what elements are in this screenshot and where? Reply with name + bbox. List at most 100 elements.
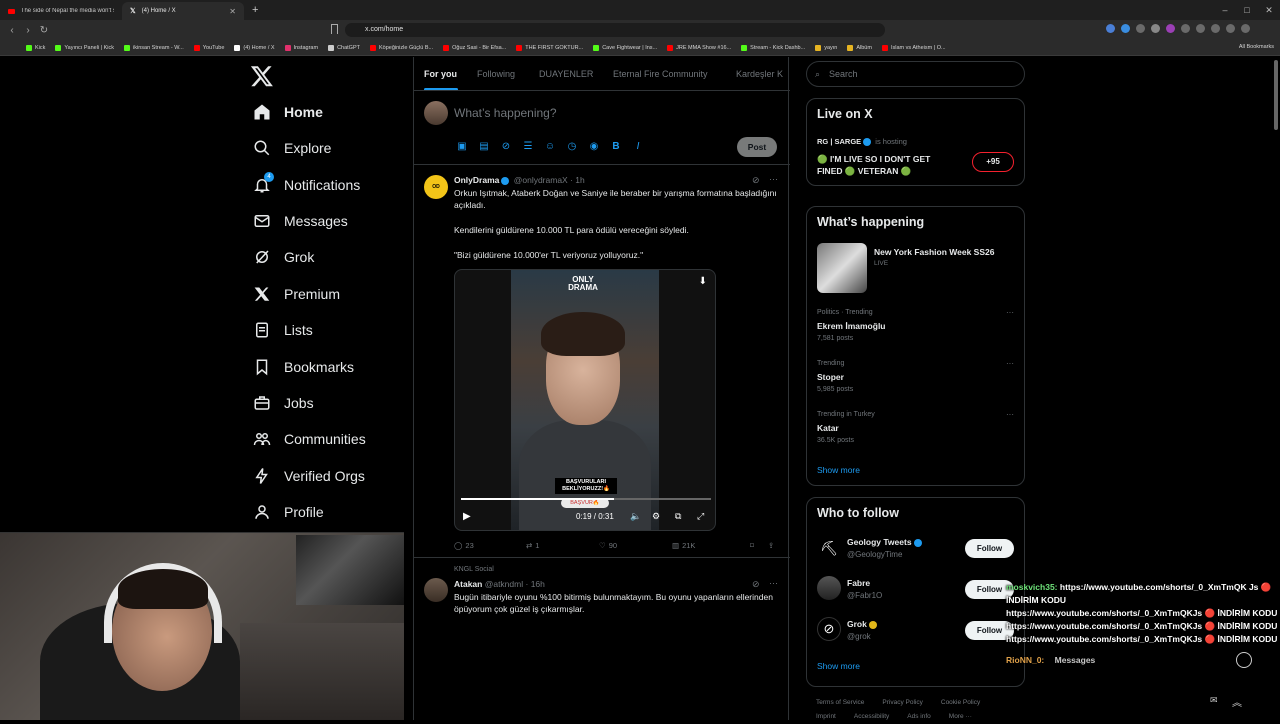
share-button[interactable]: ⇪ <box>768 541 774 550</box>
video-progress-bar[interactable] <box>461 498 711 500</box>
poll-icon[interactable]: ☰ <box>522 141 534 153</box>
live-title[interactable]: 🟢 I'M LIVE SO I DON'T GET FINED 🟢 VETERA… <box>817 153 957 177</box>
show-more-link[interactable]: Show more <box>817 661 860 671</box>
trend-name[interactable]: Katar <box>817 423 839 433</box>
nav-profile[interactable]: Profile <box>252 497 324 527</box>
author-handle[interactable]: @atkndml <box>485 579 523 589</box>
live-listeners[interactable]: +95 <box>972 152 1014 172</box>
footer-link[interactable]: Ads info <box>907 713 931 720</box>
reload-icon[interactable]: ↻ <box>36 25 52 36</box>
avatar[interactable] <box>817 576 841 600</box>
extension-icon[interactable] <box>1151 24 1160 33</box>
compose-message-icon[interactable]: ✉ <box>1210 695 1218 706</box>
grok-floating-icon[interactable] <box>1236 652 1252 668</box>
more-icon[interactable]: ··· <box>769 578 778 588</box>
tab-eternal-fire[interactable]: Eternal Fire Community <box>613 69 708 79</box>
bookmark-button[interactable]: ⌑ <box>750 541 768 550</box>
extension-icon[interactable] <box>1106 24 1115 33</box>
image-icon[interactable]: ▣ <box>456 141 468 153</box>
x-logo-icon[interactable] <box>250 64 274 88</box>
live-host-row[interactable]: RG | SARGE is hosting <box>817 137 907 147</box>
browser-tab-active[interactable]: 𝕏 (4) Home / X ✕ <box>122 2 244 20</box>
account-name[interactable]: Fabre <box>847 578 870 588</box>
event-name[interactable]: New York Fashion Week SS26 <box>874 247 994 257</box>
gif-icon[interactable]: ▤ <box>478 141 490 153</box>
account-name[interactable]: Grok <box>847 619 879 629</box>
footer-link[interactable]: More ··· <box>949 713 972 720</box>
tab-kardesler[interactable]: Kardeşler K <box>736 69 783 79</box>
like-button[interactable]: ♡ 90 <box>599 541 672 550</box>
settings-icon[interactable]: ⚙ <box>652 511 660 522</box>
close-tab-icon[interactable]: ✕ <box>229 7 236 16</box>
views-button[interactable]: ▥ 21K <box>672 541 750 550</box>
bold-icon[interactable]: B <box>610 141 622 153</box>
trend-name[interactable]: Stoper <box>817 372 844 382</box>
extension-icon[interactable] <box>1211 24 1220 33</box>
bookmark-item[interactable]: Cave Fightwear | Ins... <box>593 44 657 51</box>
more-icon[interactable]: ··· <box>1006 410 1014 419</box>
nav-verified-orgs[interactable]: Verified Orgs <box>252 461 365 491</box>
show-more-link[interactable]: Show more <box>817 465 860 475</box>
back-icon[interactable]: ‹ <box>4 25 20 36</box>
tweet[interactable]: OD OnlyDrama @onlydramaX · 1h ⊘ ··· Orku… <box>414 165 790 558</box>
tab-following[interactable]: Following <box>477 69 515 79</box>
follow-button[interactable]: Follow <box>965 539 1014 558</box>
bookmark-item[interactable]: JRE MMA Show #16... <box>667 44 731 51</box>
extension-icon[interactable] <box>1166 24 1175 33</box>
extension-icon[interactable] <box>1241 24 1250 33</box>
schedule-icon[interactable]: ◷ <box>566 141 578 153</box>
bookmark-folder[interactable]: yayın <box>815 44 837 51</box>
grok-icon[interactable]: ⊘ <box>500 141 512 153</box>
extension-icon[interactable] <box>1181 24 1190 33</box>
more-icon[interactable]: ··· <box>1006 359 1014 368</box>
nav-lists[interactable]: Lists <box>252 315 313 345</box>
bookmark-folder[interactable]: Albüm <box>847 44 872 51</box>
grok-icon[interactable]: ⊘ <box>752 175 762 185</box>
tweet-time[interactable]: · 1h <box>570 175 585 185</box>
play-icon[interactable]: ▶ <box>463 511 471 522</box>
bookmark-item[interactable]: ChatGPT <box>328 44 360 51</box>
nav-home[interactable]: Home <box>252 97 323 127</box>
footer-link[interactable]: Privacy Policy <box>882 699 922 706</box>
avatar[interactable]: OD <box>424 175 448 199</box>
minimize-button[interactable]: – <box>1214 0 1236 20</box>
nav-notifications[interactable]: 4 Notifications <box>252 170 360 200</box>
maximize-button[interactable]: □ <box>1236 0 1258 20</box>
fullscreen-icon[interactable]: ⤢ <box>697 511 704 522</box>
search-input[interactable]: ⌕ Search <box>806 61 1025 87</box>
bookmark-item[interactable]: Köpeğinizle Güçlü B... <box>370 44 433 51</box>
messages-label[interactable]: Messages <box>1055 655 1096 665</box>
bookmark-item[interactable]: Stream - Kick Dashb... <box>741 44 805 51</box>
avatar[interactable] <box>424 578 448 602</box>
post-button[interactable]: Post <box>737 137 777 157</box>
download-icon[interactable]: ⬇ <box>699 276 707 287</box>
tweet-time[interactable]: · 16h <box>526 579 545 589</box>
extension-icon[interactable] <box>1226 24 1235 33</box>
tweet-video[interactable]: ONLY DRAMA BAŞVURULARI BEKLİYORUZZ!🔥 BAŞ… <box>454 269 716 531</box>
close-window-button[interactable]: ✕ <box>1258 0 1280 20</box>
nav-premium[interactable]: Premium <box>252 279 340 309</box>
account-name[interactable]: Geology Tweets <box>847 537 924 547</box>
extension-icon[interactable] <box>1121 24 1130 33</box>
all-bookmarks-button[interactable]: All Bookmarks <box>1239 44 1274 50</box>
bookmark-item[interactable]: (4) Home / X <box>234 44 275 51</box>
scrollbar[interactable] <box>1274 60 1278 130</box>
extension-icon[interactable] <box>1196 24 1205 33</box>
forward-icon[interactable]: › <box>20 25 36 36</box>
reply-button[interactable]: ◯ 23 <box>454 541 526 550</box>
tweet[interactable]: KNGL Social Atakan @atkndml · 16h ⊘ ··· … <box>414 558 790 720</box>
footer-link[interactable]: Imprint <box>816 713 836 720</box>
more-icon[interactable]: ··· <box>1006 308 1014 317</box>
avatar[interactable]: ⊘ <box>817 617 841 641</box>
bookmark-item[interactable]: ikinsan Stream - W... <box>124 44 184 51</box>
extension-icon[interactable] <box>1136 24 1145 33</box>
repost-button[interactable]: ⇄ 1 <box>526 541 599 550</box>
compose-input[interactable]: What’s happening? <box>454 106 557 120</box>
more-icon[interactable]: ··· <box>769 174 778 184</box>
emoji-icon[interactable]: ☺ <box>544 141 556 153</box>
event-thumbnail[interactable] <box>817 243 867 293</box>
trend-name[interactable]: Ekrem İmamoğlu <box>817 321 886 331</box>
bookmark-page-icon[interactable] <box>331 24 338 34</box>
bookmark-item[interactable]: Yayıncı Paneli | Kick <box>55 44 114 51</box>
nav-jobs[interactable]: Jobs <box>252 388 314 418</box>
